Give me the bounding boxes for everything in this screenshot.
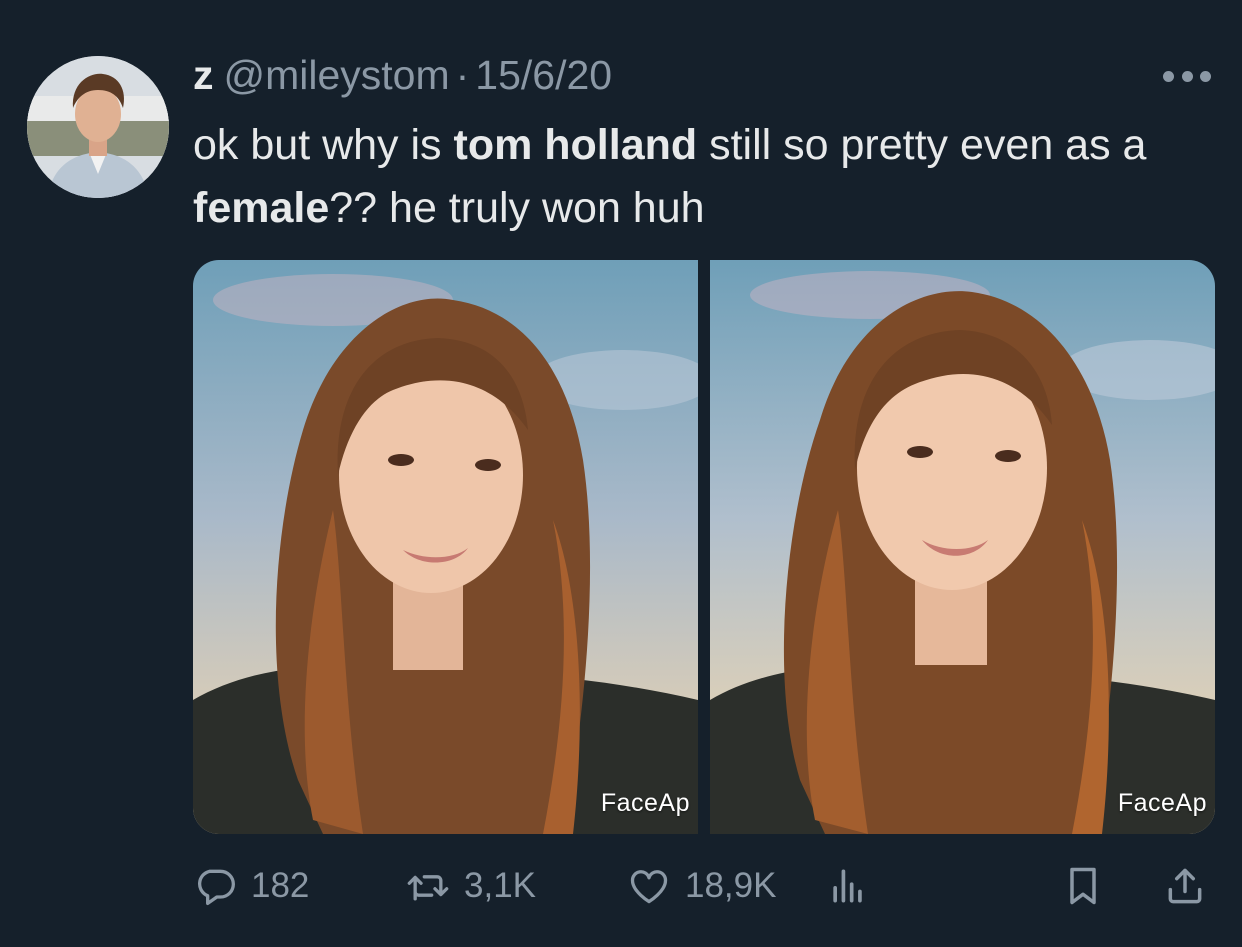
like-button[interactable]: 18,9K xyxy=(627,864,776,908)
bookmark-icon xyxy=(1070,867,1096,905)
retweet-count: 3,1K xyxy=(464,866,536,905)
tweet-media: FaceAp FaceAp xyxy=(193,260,1215,834)
tweet-header: z @mileystom · 15/6/20 xyxy=(193,52,612,104)
bookmark-button[interactable] xyxy=(1061,864,1105,908)
tweet-actions: 182 3,1K 18,9K xyxy=(193,856,1215,916)
reply-button[interactable]: 182 xyxy=(193,864,309,908)
like-icon xyxy=(630,870,668,904)
author-handle[interactable]: @mileystom xyxy=(224,52,450,99)
retweet-icon xyxy=(407,875,449,901)
photo-image xyxy=(710,260,1215,834)
views-icon xyxy=(833,869,862,903)
tweet-text-part: still so pretty even as a xyxy=(697,121,1147,169)
photo-image xyxy=(193,260,698,834)
reply-icon xyxy=(198,869,235,906)
media-photo-1[interactable]: FaceAp xyxy=(193,260,698,834)
tweet-text-bold: female xyxy=(193,184,330,232)
tweet-text-part: ?? he truly won huh xyxy=(329,184,705,232)
more-icon[interactable] xyxy=(1163,64,1211,88)
share-icon xyxy=(1168,868,1202,904)
faceapp-watermark: FaceAp xyxy=(1117,789,1207,817)
like-count: 18,9K xyxy=(685,866,777,905)
media-photo-2[interactable]: FaceAp xyxy=(710,260,1215,834)
views-button[interactable] xyxy=(826,864,870,908)
tweet-text: ok but why is tom holland still so prett… xyxy=(193,114,1228,240)
author-name[interactable]: z xyxy=(193,52,214,99)
reply-count: 182 xyxy=(251,866,310,905)
tweet-date[interactable]: 15/6/20 xyxy=(475,52,612,99)
tweet-text-bold: tom holland xyxy=(453,121,698,169)
share-button[interactable] xyxy=(1163,864,1207,908)
avatar[interactable] xyxy=(27,56,169,198)
tweet-text-part: ok but why is xyxy=(193,121,454,169)
separator-dot: · xyxy=(455,52,470,98)
retweet-button[interactable]: 3,1K xyxy=(406,864,536,908)
avatar-image xyxy=(27,56,169,198)
faceapp-watermark: FaceAp xyxy=(600,789,690,817)
